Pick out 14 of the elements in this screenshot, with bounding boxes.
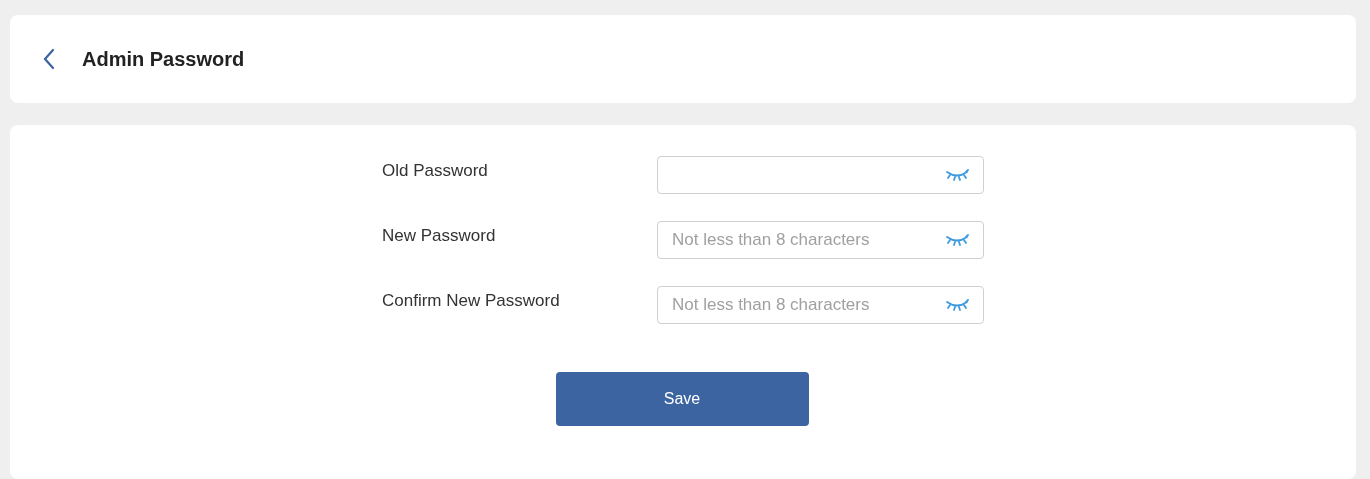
eye-closed-icon[interactable] [945, 299, 969, 311]
password-field[interactable] [657, 156, 984, 194]
password-field[interactable]: Not less than 8 characters [657, 221, 984, 259]
field-label: New Password [382, 225, 497, 247]
save-button[interactable]: Save [555, 372, 809, 426]
field-label: Confirm New Password [382, 290, 561, 312]
password-input[interactable]: Not less than 8 characters [672, 227, 937, 253]
eye-closed-icon[interactable] [945, 234, 969, 246]
back-button[interactable] [42, 48, 56, 70]
eye-closed-icon[interactable] [945, 169, 969, 181]
password-input[interactable]: Not less than 8 characters [672, 292, 937, 318]
page-title: Admin Password [82, 47, 245, 72]
password-field[interactable]: Not less than 8 characters [657, 286, 984, 324]
field-label: Old Password [382, 160, 489, 182]
